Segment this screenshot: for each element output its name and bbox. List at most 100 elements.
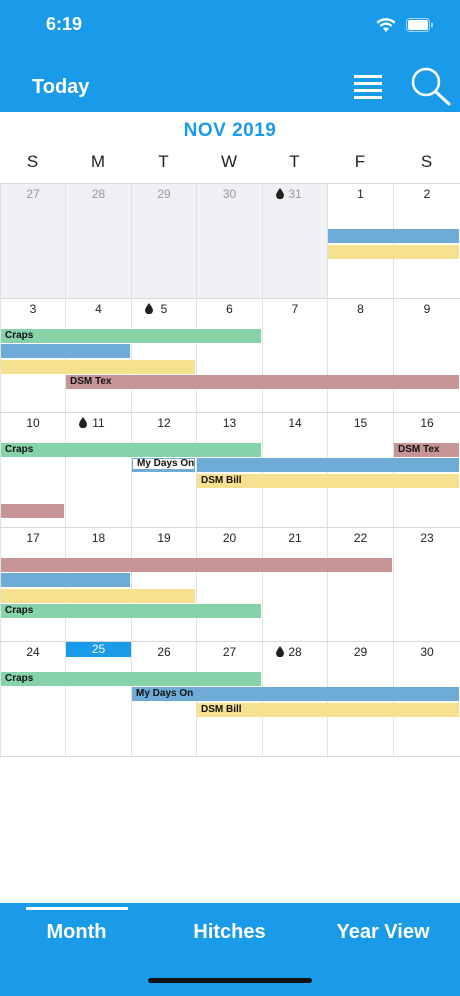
- day-cell[interactable]: 30: [196, 183, 262, 298]
- drop-icon: [79, 417, 87, 429]
- date-label: 13: [222, 416, 237, 431]
- event-bar[interactable]: Craps: [1, 328, 261, 343]
- date-label: 26: [157, 645, 171, 660]
- day-cell[interactable]: 8: [327, 297, 393, 413]
- date-label: 10: [26, 416, 40, 431]
- date-label: 19: [157, 530, 171, 545]
- event-bar[interactable]: My Days On: [132, 687, 459, 702]
- date-label: 15: [353, 416, 368, 431]
- event-bar[interactable]: DSM Tex: [66, 374, 459, 389]
- today-date-label: 25: [66, 642, 131, 658]
- date-label: 22: [353, 530, 368, 545]
- date-label: 27: [26, 187, 40, 201]
- event-bar[interactable]: [1, 557, 392, 572]
- day-cell[interactable]: 27: [0, 183, 65, 298]
- date-label: 9: [423, 301, 431, 316]
- date-label: 4: [95, 301, 102, 316]
- day-cell[interactable]: 7: [262, 297, 327, 413]
- date-label: 6: [226, 301, 233, 316]
- active-tab-indicator: [26, 907, 128, 910]
- date-label: 27: [222, 645, 237, 660]
- event-bar[interactable]: [328, 229, 459, 243]
- date-label: 18: [91, 530, 106, 545]
- weekday-label: F: [354, 152, 366, 171]
- day-cell[interactable]: 29: [131, 183, 196, 298]
- date-label: 21: [288, 530, 302, 545]
- event-bar[interactable]: DSM Bill: [197, 474, 459, 489]
- drop-icon: [275, 646, 284, 658]
- event-bar[interactable]: Craps: [1, 603, 261, 618]
- date-label: 7: [291, 301, 299, 316]
- day-cell[interactable]: 11: [65, 412, 131, 527]
- event-bar[interactable]: Craps: [1, 443, 261, 458]
- tab-month[interactable]: Month: [0, 921, 153, 944]
- date-label: 17: [26, 530, 40, 545]
- event-bar[interactable]: DSM Bill: [197, 703, 459, 718]
- day-cell[interactable]: 5: [131, 297, 196, 413]
- date-label: 16: [420, 416, 434, 431]
- weekday-label: W: [220, 152, 238, 171]
- event-bar[interactable]: [1, 359, 195, 374]
- date-label: 8: [357, 301, 364, 316]
- tab-hitches[interactable]: Hitches: [153, 921, 306, 944]
- today-button[interactable]: Today: [32, 76, 89, 99]
- date-label: 28: [91, 187, 106, 201]
- day-cell[interactable]: 25: [65, 641, 131, 756]
- weekday-label: S: [420, 152, 433, 171]
- weekday-label: T: [289, 152, 300, 171]
- event-bar[interactable]: [1, 343, 130, 358]
- date-label: 24: [26, 645, 40, 660]
- event-bar[interactable]: [1, 572, 130, 587]
- status-time: 6:19: [46, 14, 83, 34]
- grid-bottom-border: [0, 756, 460, 757]
- date-label: 14: [288, 416, 302, 431]
- menu-icon: [354, 75, 382, 99]
- event-bar[interactable]: [1, 504, 64, 519]
- weekday-label: S: [26, 152, 39, 171]
- search-button[interactable]: [410, 66, 452, 111]
- tab-year-view[interactable]: Year View: [306, 921, 460, 944]
- date-label: 12: [157, 416, 171, 431]
- day-cell[interactable]: 21: [262, 526, 327, 642]
- date-label: 5: [160, 301, 168, 316]
- day-cell[interactable]: 23: [393, 526, 460, 642]
- month-grid: 27 28 29 30 31 1 2 3 4 5 6 7 8 9 10 11 12 13 14 15 16 17 18 19 2…: [0, 183, 460, 756]
- day-cell[interactable]: 19: [131, 526, 196, 642]
- event-bar[interactable]: My Days On: [132, 458, 195, 473]
- date-label: 30: [420, 645, 434, 660]
- menu-button[interactable]: [354, 74, 382, 105]
- day-cell[interactable]: 31: [262, 183, 327, 298]
- date-label: 1: [357, 187, 364, 201]
- date-label: 20: [222, 530, 237, 545]
- drop-icon: [144, 302, 153, 314]
- date-label: 29: [353, 645, 368, 660]
- event-bar[interactable]: Craps: [1, 672, 261, 687]
- month-title: NOV 2019: [183, 120, 277, 141]
- wifi-icon: [376, 17, 396, 32]
- day-cell[interactable]: 28: [65, 183, 131, 298]
- battery-icon: [406, 18, 433, 32]
- weekday-header: SMTWTFS: [0, 152, 460, 178]
- day-cell[interactable]: 6: [196, 297, 262, 413]
- day-cell[interactable]: 9: [393, 297, 460, 413]
- date-label: 2: [423, 187, 431, 201]
- date-label: 23: [420, 530, 434, 545]
- day-cell[interactable]: 24: [0, 641, 65, 756]
- day-cell[interactable]: 20: [196, 526, 262, 642]
- status-icons: [376, 16, 434, 34]
- day-cell[interactable]: 22: [327, 526, 393, 642]
- event-bar[interactable]: DSM Tex: [394, 443, 459, 458]
- date-label: 30: [222, 187, 237, 201]
- home-indicator: [148, 978, 312, 983]
- event-bar[interactable]: [1, 588, 195, 603]
- date-label: 28: [288, 645, 302, 660]
- drop-icon: [275, 188, 284, 199]
- date-label: 11: [92, 416, 105, 431]
- event-bar[interactable]: [328, 245, 459, 259]
- search-icon: [411, 67, 451, 106]
- event-bar[interactable]: [197, 458, 459, 473]
- date-label: 31: [288, 187, 302, 201]
- weekday-label: T: [158, 152, 169, 171]
- date-label: 3: [29, 301, 37, 316]
- top-bar: 6:19 Today: [0, 0, 460, 112]
